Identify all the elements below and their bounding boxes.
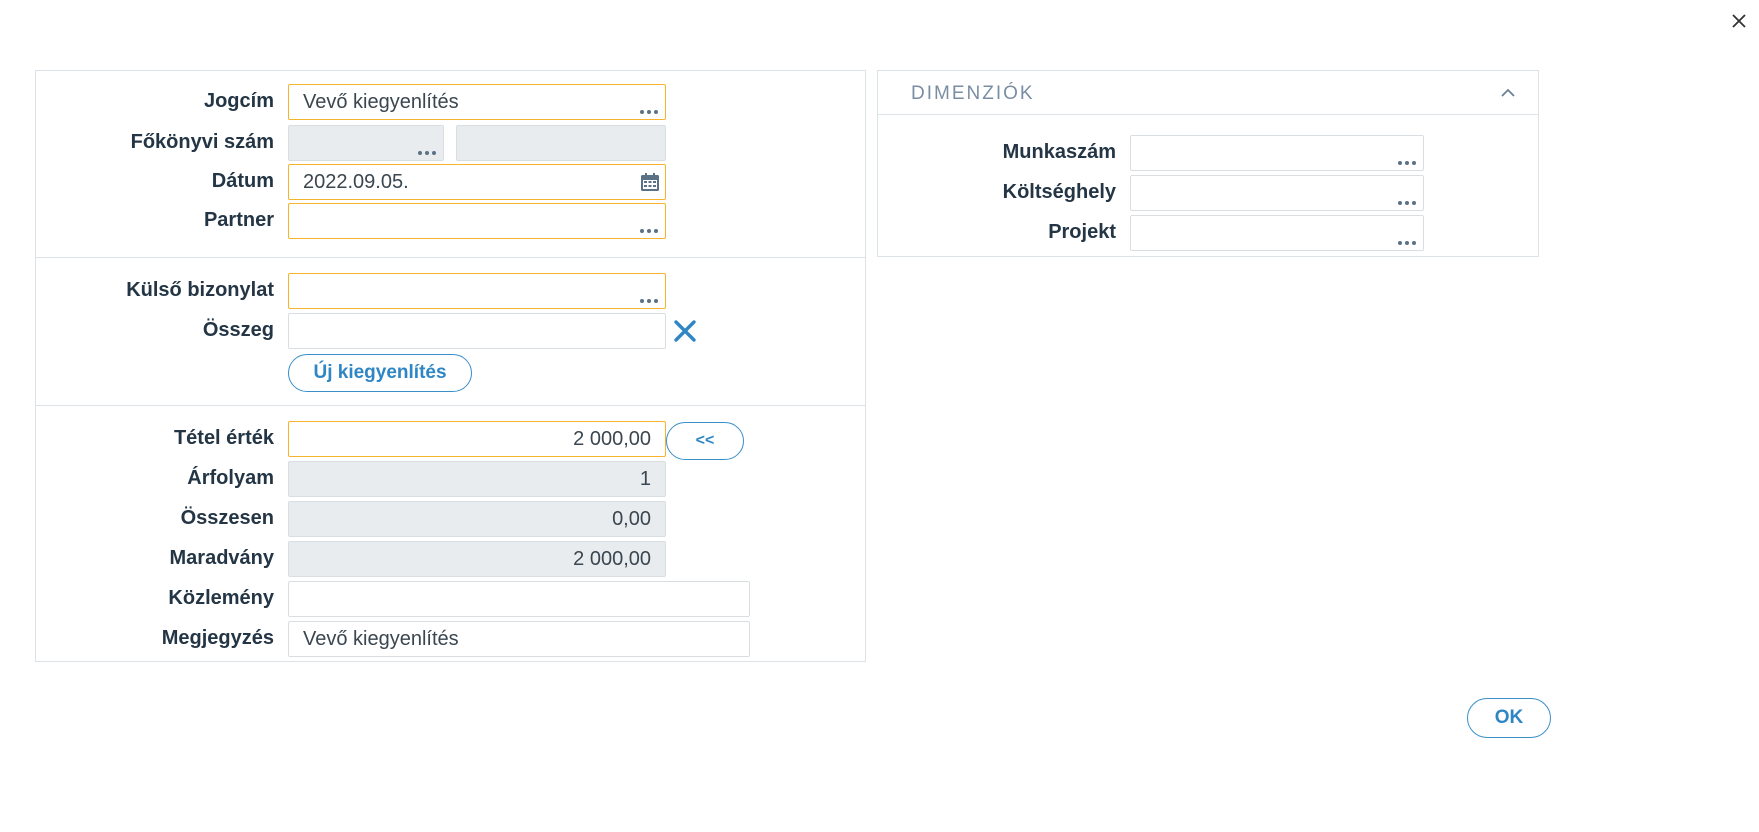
arfolyam-field: 1	[288, 461, 666, 497]
section-divider	[36, 257, 865, 258]
dimensions-title: DIMENZIÓK	[911, 83, 1035, 104]
koltseghely-label: Költséghely	[1002, 181, 1116, 203]
kozlemeny-label: Közlemény	[168, 587, 274, 609]
tetel-ertek-input[interactable]: 2 000,00	[288, 421, 666, 457]
clear-icon[interactable]	[672, 318, 698, 344]
collapse-icon[interactable]	[1498, 84, 1518, 102]
more-icon[interactable]	[1395, 159, 1419, 167]
ok-button[interactable]: OK	[1467, 698, 1551, 738]
partner-label: Partner	[203, 209, 274, 231]
osszesen-label: Összesen	[180, 507, 274, 529]
close-icon[interactable]	[1726, 8, 1752, 34]
jogcim-value: Vevő kiegyenlítés	[303, 91, 459, 113]
jogcim-label: Jogcím	[203, 90, 274, 112]
kulso-bizonylat-label: Külső bizonylat	[126, 279, 274, 301]
munkaszam-field[interactable]	[1130, 135, 1424, 171]
calendar-icon[interactable]	[640, 172, 660, 192]
more-icon[interactable]	[1395, 199, 1419, 207]
maradvany-field: 2 000,00	[288, 541, 666, 577]
tetel-ertek-label: Tétel érték	[173, 427, 274, 449]
osszesen-field: 0,00	[288, 501, 666, 537]
partner-field[interactable]	[288, 203, 666, 239]
osszeg-label: Összeg	[202, 319, 274, 341]
fokonyvi-field[interactable]	[288, 125, 444, 161]
megjegyzes-input[interactable]: Vevő kiegyenlítés	[288, 621, 750, 657]
megjegyzes-label: Megjegyzés	[161, 627, 274, 649]
fokonyvi-label: Főkönyvi szám	[130, 131, 274, 153]
transfer-value-button[interactable]: <<	[666, 422, 744, 460]
kozlemeny-input[interactable]	[288, 581, 750, 617]
fokonyvi-name-field	[456, 125, 666, 161]
koltseghely-field[interactable]	[1130, 175, 1424, 211]
more-icon[interactable]	[1395, 239, 1419, 247]
more-icon[interactable]	[637, 227, 661, 235]
more-icon[interactable]	[415, 149, 439, 157]
section-divider	[36, 405, 865, 406]
datum-value: 2022.09.05.	[303, 171, 409, 193]
datum-label: Dátum	[211, 170, 274, 192]
more-icon[interactable]	[637, 297, 661, 305]
projekt-field[interactable]	[1130, 215, 1424, 251]
jogcim-field[interactable]: Vevő kiegyenlítés	[288, 84, 666, 120]
datum-field[interactable]: 2022.09.05.	[288, 164, 666, 200]
more-icon[interactable]	[637, 108, 661, 116]
munkaszam-label: Munkaszám	[1002, 141, 1116, 163]
dimensions-header-divider	[878, 114, 1538, 115]
projekt-label: Projekt	[1048, 221, 1116, 243]
maradvany-label: Maradvány	[169, 547, 275, 569]
kulso-bizonylat-field[interactable]	[288, 273, 666, 309]
arfolyam-label: Árfolyam	[187, 467, 274, 489]
new-settlement-button[interactable]: Új kiegyenlítés	[288, 354, 472, 392]
osszeg-input[interactable]	[288, 313, 666, 349]
